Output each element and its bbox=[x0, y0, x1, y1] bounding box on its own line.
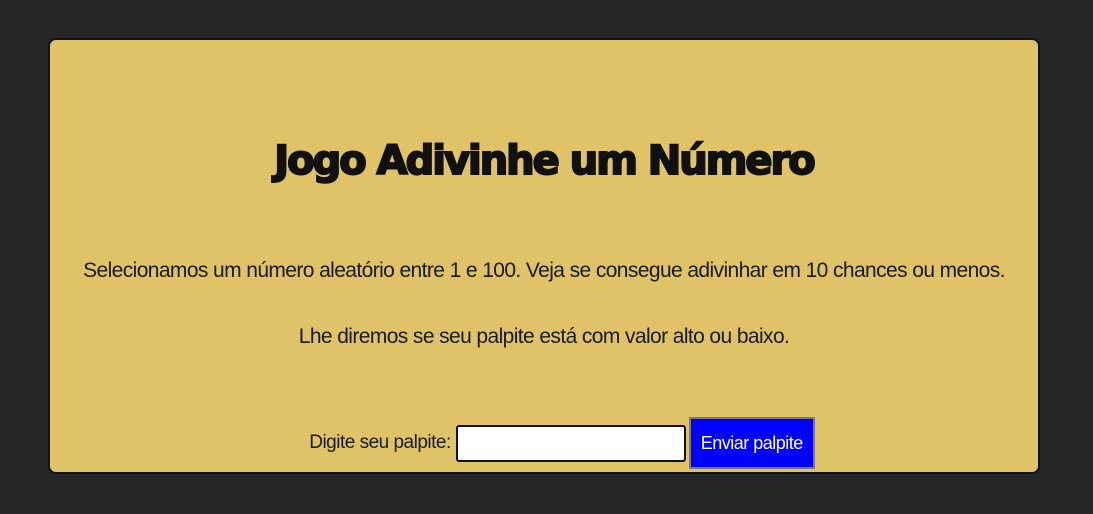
guess-form: Digite seu palpite: Enviar palpite bbox=[50, 417, 1038, 469]
game-card: Jogo Adivinhe um Número Selecionamos um … bbox=[48, 38, 1040, 474]
submit-guess-button[interactable]: Enviar palpite bbox=[688, 417, 815, 469]
guess-input[interactable] bbox=[455, 424, 686, 462]
guess-label: Digite seu palpite: bbox=[309, 432, 451, 453]
hint-text: Lhe diremos se seu palpite está com valo… bbox=[298, 325, 790, 348]
page-title: Jogo Adivinhe um Número bbox=[273, 137, 817, 185]
intro-text: Selecionamos um número aleatório entre 1… bbox=[83, 259, 1005, 282]
